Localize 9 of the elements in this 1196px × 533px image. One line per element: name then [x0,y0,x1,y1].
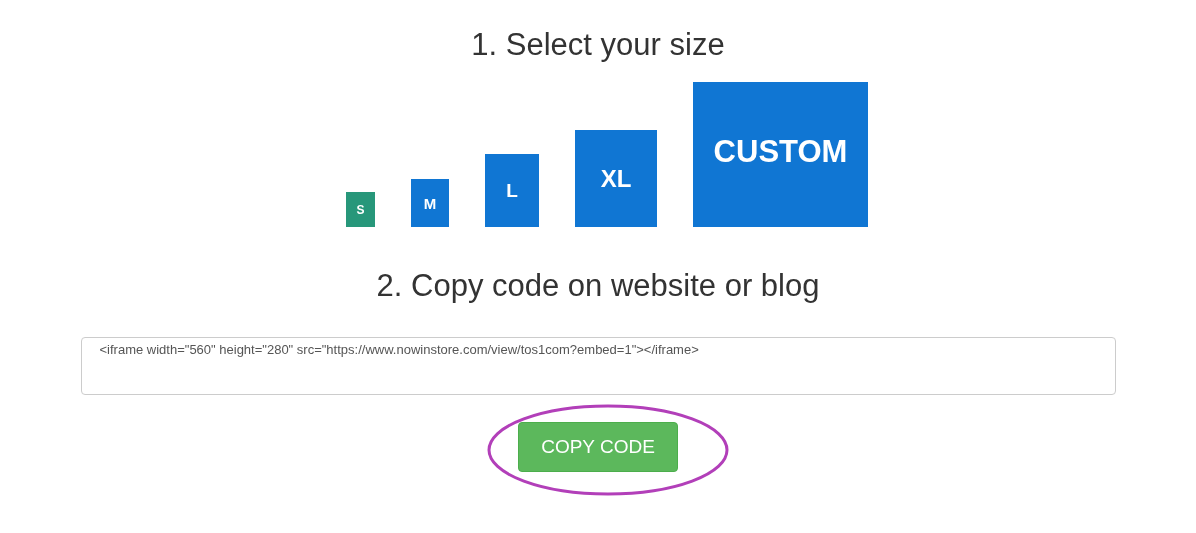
size-option[interactable]: XL [575,130,657,227]
copy-code-button[interactable]: COPY CODE [518,422,678,472]
size-option[interactable]: S [346,192,375,227]
step-title: 1. Select your size [471,26,725,64]
size-option[interactable]: CUSTOM [693,82,868,227]
step-title: 2. Copy code on website or blog [376,267,820,305]
size-option[interactable]: M [411,179,449,227]
code-field[interactable]: <iframe width="560" height="280" src="https://www.nowinstore.com/view/tos1com?embed=1"></iframe> [80,337,1116,395]
size-option[interactable]: L [485,154,539,227]
